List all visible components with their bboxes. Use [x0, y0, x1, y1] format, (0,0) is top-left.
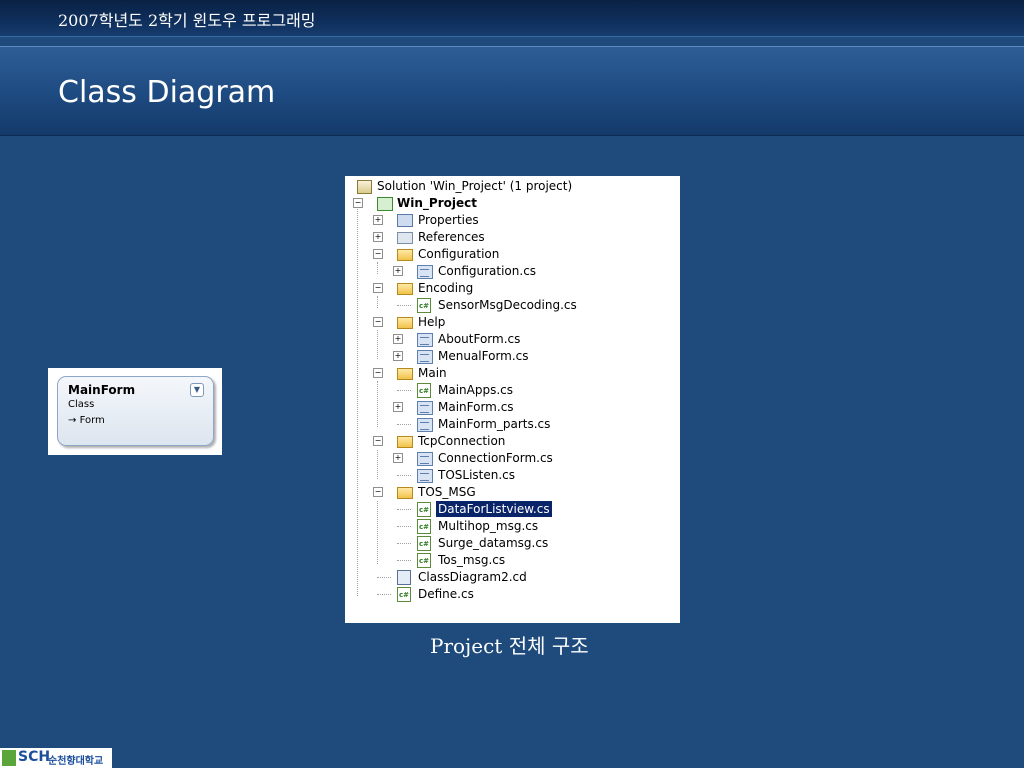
form-file-icon [417, 401, 433, 415]
tree-item-label: Configuration.cs [438, 264, 537, 278]
expand-icon[interactable]: + [393, 334, 403, 344]
tree-item-label: TcpConnection [418, 434, 506, 448]
folder-icon [397, 368, 413, 380]
form-file-icon [417, 350, 433, 364]
csharp-file-icon [397, 587, 411, 603]
references-icon [397, 232, 413, 244]
tree-item-label: Main [418, 366, 447, 380]
csharp-file-icon [417, 383, 431, 399]
tree-connector [397, 305, 411, 306]
tree-caption: Project 전체 구조 [430, 634, 589, 658]
solution-explorer-tree: Solution 'Win_Project' (1 project) − Win… [345, 176, 680, 623]
tree-connector [377, 594, 391, 595]
top-bar: 2007학년도 2학기 윈도우 프로그래밍 [0, 0, 1024, 37]
tree-guide-line [377, 330, 378, 359]
csharp-file-icon [417, 536, 431, 552]
form-file-icon [417, 418, 433, 432]
tree-item-label: Encoding [418, 281, 474, 295]
page-title: Class Diagram [58, 75, 276, 110]
folder-icon [397, 283, 413, 295]
tree-item-label: Win_Project [397, 196, 477, 210]
collapse-icon[interactable]: − [373, 436, 383, 446]
form-file-icon [417, 469, 433, 483]
logo-sch: SCH [18, 749, 51, 765]
tree-item-label: MainForm_parts.cs [438, 417, 551, 431]
tree-guide-line [357, 206, 358, 596]
form-file-icon [417, 265, 433, 279]
tree-item-label: Define.cs [418, 587, 474, 601]
tree-connector [377, 577, 391, 578]
class-name: MainForm [68, 383, 136, 397]
class-kind: Class [68, 399, 95, 410]
folder-icon [397, 249, 413, 261]
inheritance-arrow-icon: → [68, 415, 77, 426]
expand-icon[interactable]: + [373, 232, 383, 242]
tree-item-label: Help [418, 315, 446, 329]
collapse-icon[interactable]: − [373, 487, 383, 497]
tree-item-label: TOS_MSG [418, 485, 476, 499]
expand-icon[interactable]: ▼ [190, 383, 204, 397]
tree-guide-line [377, 262, 378, 274]
tree-item-label-selected: DataForListview.cs [435, 500, 553, 518]
tree-guide-line [377, 501, 378, 564]
expand-icon[interactable]: + [393, 453, 403, 463]
tree-item-label: References [418, 230, 485, 244]
collapse-icon[interactable]: − [373, 317, 383, 327]
expand-icon[interactable]: + [373, 215, 383, 225]
logo-name: 순천향대학교 [48, 756, 104, 767]
collapse-icon[interactable]: − [373, 368, 383, 378]
class-base-name: Form [79, 415, 105, 426]
class-diagram-file-icon [397, 570, 411, 585]
expand-icon[interactable]: + [393, 351, 403, 361]
form-file-icon [417, 452, 433, 466]
tree-item-label: AboutForm.cs [438, 332, 521, 346]
university-logo: SCH 순천향대학교 [0, 748, 112, 768]
tree-item-label: SensorMsgDecoding.cs [438, 298, 577, 312]
logo-mark-icon [2, 750, 16, 766]
properties-icon [397, 214, 413, 227]
expand-icon[interactable]: + [393, 266, 403, 276]
tree-guide-line [377, 450, 378, 479]
expand-icon[interactable]: + [393, 402, 403, 412]
tree-item-label: MenualForm.cs [438, 349, 529, 363]
tree-connector [397, 560, 411, 561]
csharp-file-icon [417, 519, 431, 535]
csharp-file-icon [417, 298, 431, 314]
title-band: Class Diagram [0, 46, 1024, 136]
csharp-file-icon [417, 553, 431, 569]
tree-item-label: Tos_msg.cs [438, 553, 506, 567]
tree-item-label: Solution 'Win_Project' (1 project) [377, 179, 573, 193]
collapse-icon[interactable]: − [373, 249, 383, 259]
tree-guide-line [377, 381, 378, 427]
tree-item-label: MainApps.cs [438, 383, 514, 397]
tree-item-label: Multihop_msg.cs [438, 519, 539, 533]
project-icon [377, 197, 393, 211]
csharp-file-icon [417, 502, 431, 518]
tree-guide-line [377, 296, 378, 308]
collapse-icon[interactable]: − [353, 198, 363, 208]
tree-item-label: Surge_datamsg.cs [438, 536, 549, 550]
tree-connector [397, 526, 411, 527]
collapse-icon[interactable]: − [373, 283, 383, 293]
tree-item-label: MainForm.cs [438, 400, 514, 414]
tree-connector [397, 509, 411, 510]
tree-connector [397, 390, 411, 391]
tree-item-label: ConnectionForm.cs [438, 451, 553, 465]
folder-icon [397, 436, 413, 448]
tree-item-label: Properties [418, 213, 479, 227]
folder-icon [397, 487, 413, 499]
tree-item-label: Configuration [418, 247, 500, 261]
folder-icon [397, 317, 413, 329]
tree-item-label: ClassDiagram2.cd [418, 570, 527, 584]
tree-connector [397, 424, 411, 425]
class-diagram-image: MainForm ▼ Class → Form [48, 368, 222, 455]
class-base: → Form [68, 415, 105, 426]
course-title: 2007학년도 2학기 윈도우 프로그래밍 [58, 11, 316, 30]
form-file-icon [417, 333, 433, 347]
tree-connector [397, 543, 411, 544]
tree-item-label: TOSListen.cs [438, 468, 516, 482]
solution-icon [357, 180, 372, 194]
class-shape[interactable]: MainForm ▼ Class → Form [57, 376, 214, 446]
tree-connector [397, 475, 411, 476]
